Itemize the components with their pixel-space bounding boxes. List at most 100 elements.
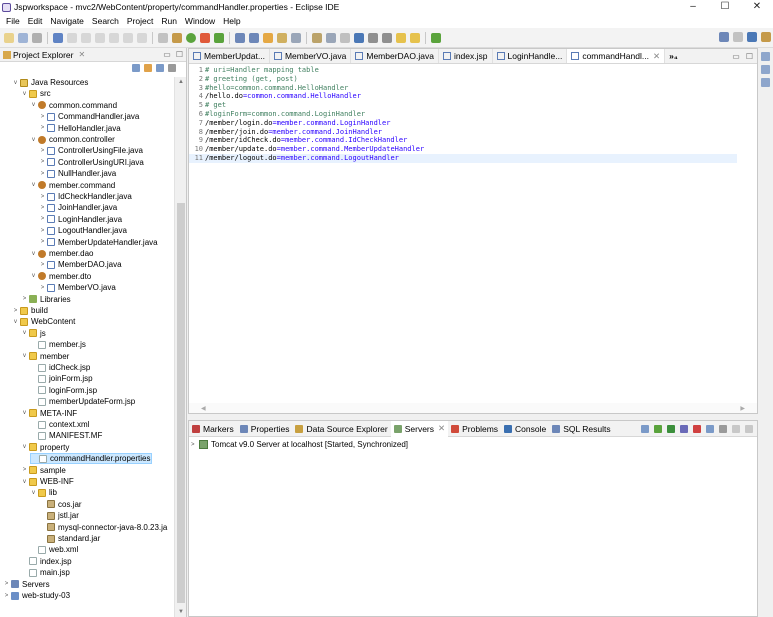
tree-item[interactable]: > CommandHandler.java [39,111,140,122]
tree-item[interactable]: > JoinHandler.java [39,202,117,213]
java-perspective-icon[interactable] [761,32,771,42]
collapsed-chevron-icon[interactable]: > [39,205,46,211]
collapsed-chevron-icon[interactable]: > [3,593,10,599]
collapsed-chevron-icon[interactable]: > [39,239,46,245]
tree-item[interactable]: v js [21,328,46,339]
pin-editor-icon[interactable] [431,32,441,43]
collapsed-chevron-icon[interactable]: > [3,581,10,587]
task-list-icon[interactable] [761,65,770,74]
tree-item[interactable]: > ControllerUsingURI.java [39,157,144,168]
editor-hscrollbar[interactable]: ◀ ▶ [189,403,757,413]
maximize-view-icon[interactable]: ☐ [746,52,753,61]
collapsed-chevron-icon[interactable]: > [12,308,19,314]
tree-item[interactable]: commandHandler.properties [30,453,152,465]
minimize-view-icon[interactable]: ▭ [163,50,171,59]
tree-item[interactable]: > ControllerUsingFile.java [39,145,143,156]
tree-item[interactable]: > IdCheckHandler.java [39,191,132,202]
menu-search[interactable]: Search [88,16,123,26]
editor-tab[interactable]: MemberVO.java [270,49,352,63]
tree-item[interactable]: v lib [30,487,57,498]
tree-item[interactable]: jstl.jar [39,510,79,521]
close-icon[interactable]: ✕ [653,51,660,62]
step-over-icon[interactable] [137,32,147,43]
collapsed-chevron-icon[interactable]: > [39,148,46,154]
tree-item[interactable]: context.xml [30,419,89,430]
publish-icon[interactable] [706,424,714,433]
expanded-chevron-icon[interactable]: v [30,490,37,496]
outline-icon[interactable] [761,52,770,61]
editor-tab[interactable]: index.jsp [439,49,493,63]
tree-item[interactable]: v member.command [30,180,115,191]
menu-window[interactable]: Window [181,16,219,26]
maximize-button[interactable]: ☐ [709,0,741,14]
step-into-icon[interactable] [123,32,133,43]
open-console-icon[interactable] [158,32,168,43]
tree-item[interactable]: standard.jar [39,533,100,544]
tree-item[interactable]: > sample [21,465,66,476]
filter-icon[interactable] [156,64,164,72]
tab-overflow-button[interactable]: »₄ [665,49,682,63]
stop-icon[interactable] [109,32,119,43]
tree-item[interactable]: > Libraries [21,294,71,305]
external-tools-icon[interactable] [172,32,182,43]
link-with-editor-icon[interactable] [144,64,152,72]
stop-server-icon[interactable] [693,424,701,433]
expanded-chevron-icon[interactable]: v [30,251,37,257]
expanded-chevron-icon[interactable]: v [21,479,28,485]
collapsed-chevron-icon[interactable]: > [39,171,46,177]
tree-item[interactable]: member.js [30,339,86,350]
expanded-chevron-icon[interactable]: v [21,91,28,97]
tree-item[interactable]: v WebContent [12,316,75,327]
expand-icon[interactable]: > [191,442,199,448]
new-class-icon[interactable] [263,32,273,43]
expanded-chevron-icon[interactable]: v [21,444,28,450]
collapsed-chevron-icon[interactable]: > [39,194,46,200]
new-icon[interactable] [4,32,14,43]
menu-project[interactable]: Project [123,16,157,26]
scroll-right-icon[interactable]: ▶ [740,405,745,412]
close-icon[interactable]: ✕ [78,50,85,59]
bottom-tab[interactable]: Markers [189,424,237,434]
minimize-button[interactable]: – [677,0,709,14]
forward-icon[interactable] [410,32,420,43]
collapsed-chevron-icon[interactable]: > [39,285,46,291]
tree-item[interactable]: v src [21,88,51,99]
java-ee-perspective-icon[interactable] [747,32,757,42]
scroll-down-icon[interactable]: ▼ [175,607,187,617]
bottom-tab[interactable]: Data Source Explorer [292,424,390,434]
tree-item[interactable]: main.jsp [21,567,70,578]
coverage-icon[interactable] [214,32,224,43]
collapsed-chevron-icon[interactable]: > [21,296,28,302]
profile-server-icon[interactable] [680,424,688,433]
editor-tab[interactable]: commandHandl... ✕ [567,49,666,63]
tree-item[interactable]: > MemberDAO.java [39,259,122,270]
menu-run[interactable]: Run [157,16,181,26]
toggle-mark-icon[interactable] [326,32,336,43]
scroll-thumb[interactable] [177,203,185,603]
menu-navigate[interactable]: Navigate [46,16,88,26]
tree-item[interactable]: v member [21,351,69,362]
editor-tab[interactable]: MemberUpdat... [189,49,270,63]
next-annotation-icon[interactable] [368,32,378,43]
maximize-view-icon[interactable] [745,424,753,433]
tree-item[interactable]: v member.dto [30,271,91,282]
tree-item[interactable]: v common.command [30,100,117,111]
skip-breakpoints-icon[interactable] [67,32,77,43]
tree-item[interactable]: idCheck.jsp [30,362,90,373]
show-whitespace-icon[interactable] [340,32,350,43]
editor-tab[interactable]: LoginHandle... [493,49,568,63]
collapsed-chevron-icon[interactable]: > [39,262,46,268]
tree-item[interactable]: v Java Resources [12,77,88,88]
save-all-icon[interactable] [32,32,42,43]
tree-item[interactable]: v WEB-INF [21,476,74,487]
start-server-icon[interactable] [667,424,675,433]
tree-scrollbar[interactable]: ▲ ▼ [174,77,186,617]
menu-file[interactable]: File [2,16,24,26]
terminal-icon[interactable] [53,32,63,43]
open-task-icon[interactable] [291,32,301,43]
collapse-all-icon[interactable] [641,424,649,433]
close-button[interactable]: ✕ [741,0,773,14]
tree-item[interactable]: > build [12,305,48,316]
new-server-icon[interactable] [235,32,245,43]
properties-editor[interactable]: 1 # uri=Handler mapping table 2 # greeting … [189,66,757,402]
